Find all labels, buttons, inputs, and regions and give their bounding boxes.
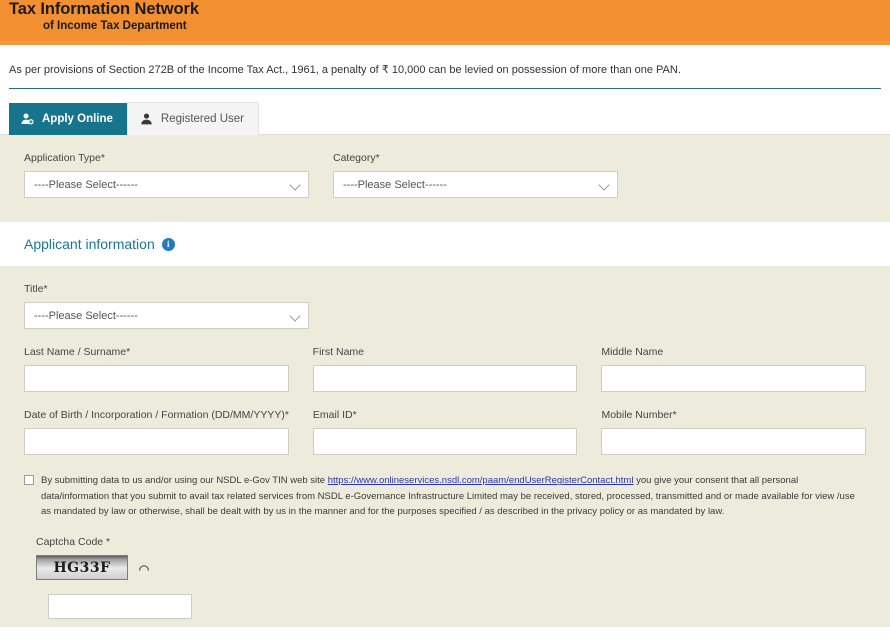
mobile-label: Mobile Number* (601, 409, 677, 422)
consent-checkbox[interactable] (24, 475, 34, 486)
dob-group: Date of Birth / Incorporation / Formatio… (24, 409, 289, 456)
category-group: Category* ----Please Select------ (333, 152, 618, 199)
last-name-label: Last Name / Surname* (24, 346, 131, 359)
middle-name-label: Middle Name (601, 346, 664, 359)
application-type-label: Application Type* (24, 152, 105, 165)
site-header: Tax Information Network of Income Tax De… (0, 0, 890, 45)
captcha-label: Captcha Code * (36, 536, 111, 549)
notice-divider (9, 88, 881, 90)
contact-row: Date of Birth / Incorporation / Formatio… (0, 409, 890, 456)
application-details-panel: Application Type* ----Please Select-----… (0, 135, 890, 223)
consent-text: By submitting data to us and/or using ou… (41, 473, 866, 519)
captcha-input-wrap (36, 580, 890, 620)
logo-title-secondary: of Income Tax Department (43, 19, 187, 32)
chevron-down-icon (289, 179, 301, 191)
user-add-icon (21, 112, 34, 126)
penalty-notice: As per provisions of Section 272B of the… (0, 45, 890, 77)
tab-apply-online[interactable]: Apply Online (9, 103, 127, 136)
middle-name-input[interactable] (601, 365, 867, 393)
dob-input[interactable] (24, 428, 289, 456)
penalty-notice-text: As per provisions of Section 272B of the… (9, 64, 681, 76)
consent-text-part1: By submitting data to us and/or using ou… (41, 475, 328, 487)
site-logo: Tax Information Network of Income Tax De… (9, 1, 199, 32)
logo-title-primary: Tax Information Network (9, 0, 199, 18)
category-value: ----Please Select------ (343, 178, 447, 191)
last-name-input[interactable] (24, 365, 289, 393)
captcha-line: HG33F (36, 555, 890, 581)
application-row: Application Type* ----Please Select-----… (0, 152, 890, 199)
application-type-select[interactable]: ----Please Select------ (24, 171, 309, 199)
application-type-group: Application Type* ----Please Select-----… (24, 152, 309, 199)
first-name-label: First Name (312, 346, 365, 359)
nsdl-register-contact-link[interactable]: https://www.onlineservices.nsdl.com/paam… (328, 475, 634, 486)
captcha-input[interactable] (48, 594, 192, 620)
captcha-block: Captcha Code * HG33F (0, 519, 890, 620)
email-input[interactable] (312, 428, 578, 456)
dob-label: Date of Birth / Incorporation / Formatio… (24, 409, 289, 422)
captcha-image: HG33F (36, 555, 128, 581)
captcha-code-text: HG33F (53, 559, 111, 576)
middle-name-group: Middle Name (601, 346, 867, 393)
title-label: Title* (24, 283, 48, 296)
applicant-information-heading-text: Applicant information (24, 236, 155, 253)
category-label: Category* (333, 152, 380, 165)
email-group: Email ID* (312, 409, 578, 456)
chevron-down-icon (289, 310, 301, 322)
tab-registered-user[interactable]: Registered User (126, 102, 260, 136)
info-icon[interactable]: i (161, 237, 175, 251)
title-group: Title* ----Please Select------ (24, 283, 309, 330)
category-select[interactable]: ----Please Select------ (333, 171, 618, 199)
title-select[interactable]: ----Please Select------ (24, 302, 309, 330)
user-icon (140, 112, 153, 126)
applicant-information-panel: Title* ----Please Select------ Last Name… (0, 266, 890, 628)
name-row: Last Name / Surname* First Name Middle N… (0, 346, 890, 393)
applicant-information-heading: Applicant information i (24, 236, 175, 252)
application-type-value: ----Please Select------ (34, 178, 138, 191)
chevron-down-icon (598, 179, 610, 191)
refresh-icon[interactable] (137, 561, 151, 575)
tab-registered-user-label: Registered User (160, 113, 245, 126)
tab-apply-online-label: Apply Online (42, 113, 113, 126)
title-value: ----Please Select------ (34, 309, 138, 322)
email-label: Email ID* (312, 409, 357, 422)
first-name-input[interactable] (312, 365, 578, 393)
applicant-information-header: Applicant information i (0, 222, 890, 267)
mobile-group: Mobile Number* (601, 409, 866, 456)
mobile-input[interactable] (601, 428, 866, 456)
title-row: Title* ----Please Select------ (0, 283, 890, 330)
last-name-group: Last Name / Surname* (24, 346, 289, 393)
tab-bar: Apply Online Registered User (0, 101, 890, 136)
first-name-group: First Name (312, 346, 578, 393)
consent-row: By submitting data to us and/or using ou… (0, 455, 890, 519)
